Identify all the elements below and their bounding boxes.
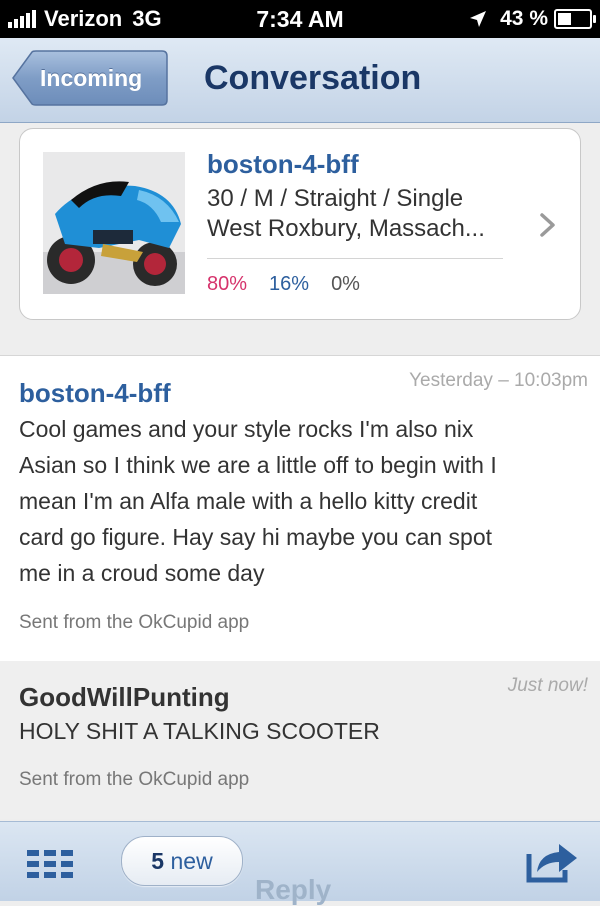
profile-details: 30 / M / Straight / Single (207, 185, 464, 212)
share-arrow-icon[interactable] (525, 840, 579, 884)
profile-divider (207, 258, 503, 259)
new-messages-button[interactable]: 5 new (121, 836, 243, 886)
battery-icon (554, 9, 596, 29)
message-line: me in a croud some day (19, 560, 265, 586)
message-timestamp: Yesterday – 10:03pm (409, 370, 588, 391)
battery-percent: 43 % (500, 7, 548, 30)
message-item: Yesterday – 10:03pm boston-4-bff Cool ga… (0, 355, 600, 662)
avatar (43, 152, 185, 294)
message-line: HOLY SHIT A TALKING SCOOTER (19, 718, 380, 744)
profile-username: boston-4-bff (207, 149, 359, 179)
message-sender: GoodWillPunting (19, 682, 230, 712)
grid-menu-icon[interactable] (27, 850, 73, 878)
location-arrow-icon (470, 11, 487, 27)
profile-card[interactable]: boston-4-bff 30 / M / Straight / Single … (19, 128, 581, 320)
back-button[interactable]: Incoming (12, 50, 168, 106)
new-label: new (170, 848, 213, 874)
message-body: HOLY SHIT A TALKING SCOOTER (19, 716, 579, 746)
message-footer: Sent from the OkCupid app (19, 769, 250, 790)
page-title: Conversation (204, 59, 422, 97)
match-percentage: 80% (207, 273, 248, 295)
reply-button[interactable]: Reply (255, 874, 331, 906)
back-button-label: Incoming (40, 65, 143, 91)
message-line: Asian so I think we are a little off to … (19, 452, 497, 478)
motorcycle-photo (43, 152, 185, 294)
friend-percentage: 16% (269, 273, 310, 295)
profile-stats: 80% 16% 0% (207, 273, 382, 296)
battery-fill (558, 13, 571, 25)
message-body: Cool games and your style rocks I'm also… (19, 411, 579, 591)
enemy-percentage: 0% (331, 273, 360, 295)
status-bar: Verizon 3G 7:34 AM 43 % (0, 0, 600, 38)
message-item: Just now! GoodWillPunting HOLY SHIT A TA… (0, 661, 600, 819)
message-sender[interactable]: boston-4-bff (19, 378, 171, 409)
message-line: Cool games and your style rocks I'm also… (19, 416, 474, 442)
status-right: 43 % (468, 5, 596, 33)
new-count: 5 (151, 848, 165, 874)
message-line: mean I'm an Alfa male with a hello kitty… (19, 488, 478, 514)
message-footer: Sent from the OkCupid app (19, 612, 250, 633)
chevron-right-icon (540, 213, 555, 237)
bottom-toolbar: 5 new Reply (0, 821, 600, 905)
message-line: card go figure. Hay say hi maybe you can… (19, 524, 493, 550)
navigation-bar: Incoming Conversation (0, 38, 600, 123)
message-timestamp: Just now! (507, 675, 588, 696)
profile-location: West Roxbury, Massach... (207, 215, 485, 242)
